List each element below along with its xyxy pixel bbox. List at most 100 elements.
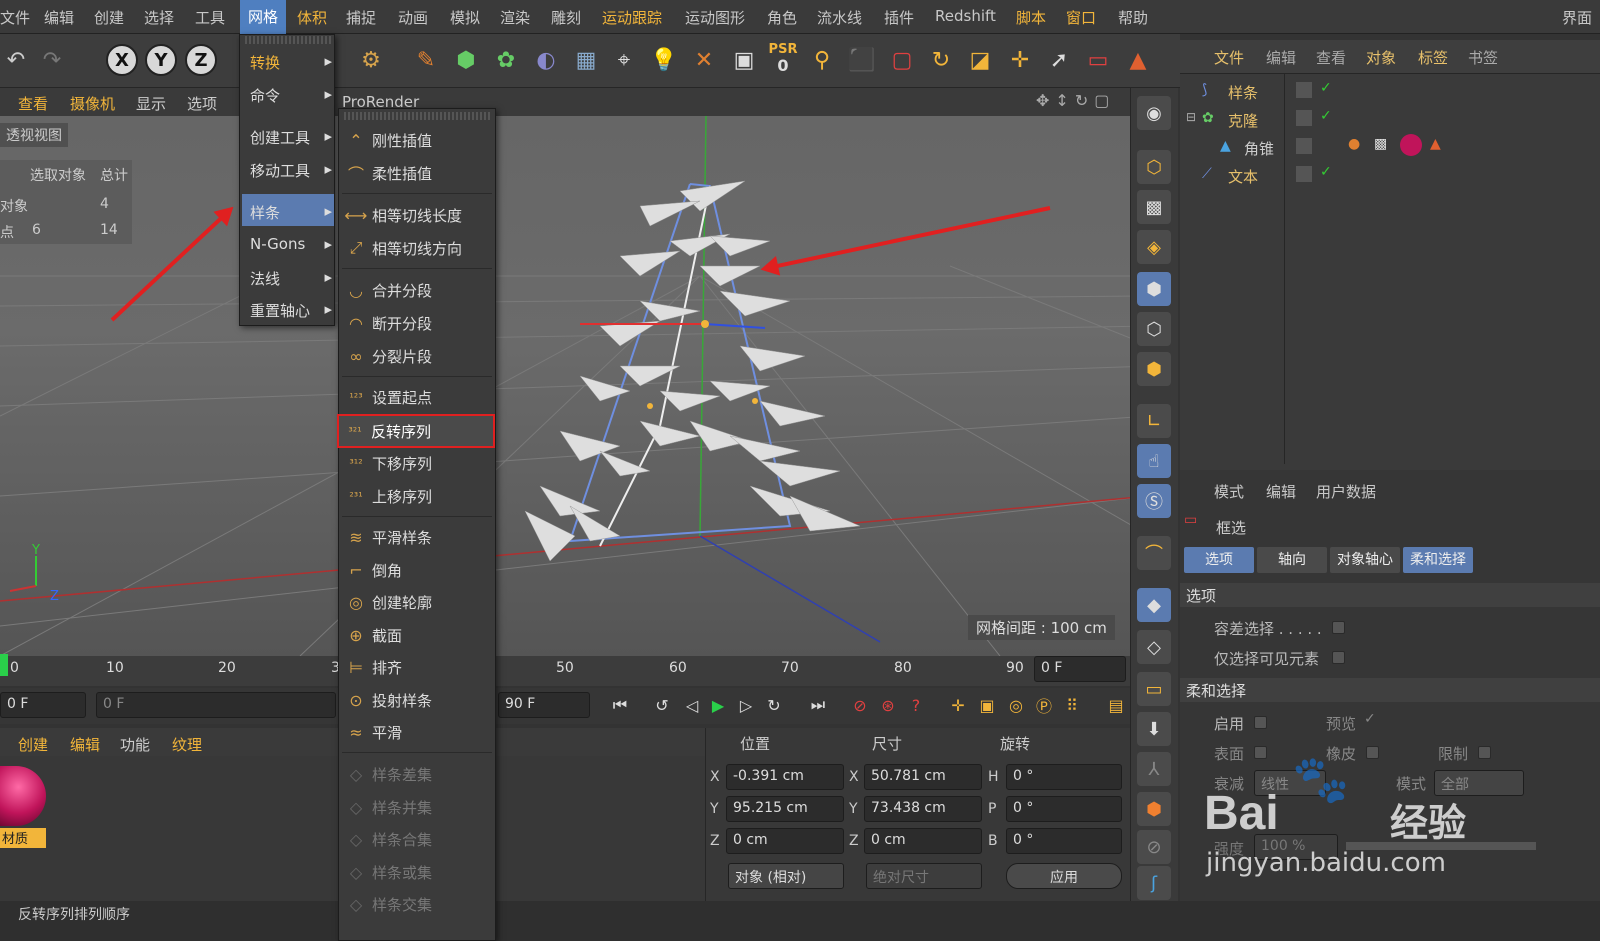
mesh-menu-item-reset-axis[interactable]: 重置轴心 ▸ — [250, 300, 334, 321]
object-row-text[interactable]: ⟋ 文本 ✓ — [1182, 162, 1600, 190]
apply-button[interactable]: 应用 — [1006, 863, 1122, 889]
object-row-pyramid[interactable]: ▲ 角锥 ● ▩ ▲ — [1182, 134, 1600, 162]
render-view-icon[interactable]: ◉ — [1137, 96, 1171, 130]
rect-select-icon[interactable]: ▭ — [1082, 44, 1114, 76]
select-icon[interactable]: ➚ — [1043, 44, 1075, 76]
key-param-icon[interactable]: Ⓟ — [1032, 693, 1056, 717]
render-settings-icon[interactable]: ⚙ — [355, 44, 387, 76]
spline-point[interactable] — [752, 398, 758, 404]
spline-menu-set-first-point[interactable]: ¹²³ 设置起点 — [340, 382, 494, 412]
prev-key-icon[interactable]: ↺ — [650, 693, 674, 717]
collapse-icon[interactable]: ⊟ — [1186, 110, 1196, 124]
timeline-layout-icon[interactable]: ▤ — [1104, 693, 1128, 717]
material-menu-function[interactable]: 功能 — [120, 734, 150, 755]
key-scale-icon[interactable]: ▣ — [975, 693, 999, 717]
menu-layout[interactable]: 界面 — [1562, 7, 1592, 28]
menu-snap[interactable]: 捕捉 — [346, 7, 376, 28]
mesh-menu-item-convert[interactable]: 转换 ▸ — [250, 52, 334, 73]
timeline-playhead[interactable] — [0, 654, 8, 676]
disabled-icon[interactable]: ⊘ — [1137, 830, 1171, 864]
menu-render[interactable]: 渲染 — [500, 7, 530, 28]
tag-icon[interactable]: ▣ — [728, 44, 760, 76]
spline-menu-join-segment[interactable]: ◡ 合并分段 — [340, 275, 494, 305]
spline-menu-explode-segments[interactable]: ∞ 分裂片段 — [340, 341, 494, 371]
spline-menu-spline-intersect[interactable]: ◇ 样条交集 — [340, 889, 494, 919]
pen-icon[interactable]: ✎ — [410, 44, 442, 76]
axis-x-lock-button[interactable]: X — [106, 44, 138, 76]
spline-menu-line-up[interactable]: ⊨ 排齐 — [340, 652, 494, 682]
snap-icon[interactable]: ▲ — [1122, 44, 1154, 76]
go-start-icon[interactable]: ⏮ — [608, 693, 632, 717]
object-name[interactable]: 角锥 — [1244, 138, 1274, 159]
falloff-dropdown[interactable]: 线性 — [1254, 770, 1326, 796]
menu-plugins[interactable]: 插件 — [884, 7, 914, 28]
enabled-check-icon[interactable]: ✓ — [1320, 108, 1332, 124]
object-menu-file[interactable]: 文件 — [1214, 47, 1244, 68]
phong-tag-icon[interactable]: ● — [1348, 136, 1360, 152]
deformer-icon[interactable]: ◐ — [530, 44, 562, 76]
object-menu-object[interactable]: 对象 — [1366, 47, 1396, 68]
spline-menu-equal-tangent-direction[interactable]: ⤢ 相等切线方向 — [340, 233, 494, 263]
play-icon[interactable]: ▶ — [706, 693, 730, 717]
move-icon[interactable]: ✛ — [1004, 44, 1036, 76]
spline-menu-smooth-spline[interactable]: ≋ 平滑样条 — [340, 522, 494, 552]
axis-move-icon[interactable]: ⚲ — [806, 44, 838, 76]
mesh-menu-item-ngons[interactable]: N-Gons ▸ — [250, 235, 334, 253]
attr-menu-userdata[interactable]: 用户数据 — [1316, 481, 1376, 502]
enable-checkbox[interactable] — [1254, 716, 1267, 729]
enabled-check-icon[interactable]: ✓ — [1320, 80, 1332, 96]
spline-menu-smooth[interactable]: ≈ 平滑 — [340, 717, 494, 747]
snap-lock-icon[interactable]: ◆ — [1137, 588, 1171, 622]
spline-menu-soft-interpolation[interactable]: ⌒ 柔性插值 — [340, 158, 494, 188]
spline-menu-spline-subtract[interactable]: ◇ 样条差集 — [340, 759, 494, 789]
coord-mode-dropdown[interactable]: 对象 (相对) — [728, 863, 844, 889]
menu-motion-tracker[interactable]: 运动跟踪 — [602, 7, 662, 28]
axis-y-lock-button[interactable]: Y — [145, 44, 177, 76]
menu-character[interactable]: 角色 — [767, 7, 797, 28]
spline-menu-project-spline[interactable]: ⊙ 投射样条 — [340, 685, 494, 715]
material-menu-edit[interactable]: 编辑 — [70, 734, 100, 755]
preview-check-icon[interactable]: ✓ — [1364, 711, 1376, 727]
restrict-checkbox[interactable] — [1478, 746, 1491, 759]
axis-z-lock-button[interactable]: Z — [185, 44, 217, 76]
subdivision-icon[interactable]: ⬢ — [450, 44, 482, 76]
spline-menu-reverse-sequence[interactable]: ³²¹ 反转序列 — [337, 414, 495, 448]
cube-icon[interactable]: ⬛ — [846, 44, 878, 76]
layer-swatch[interactable] — [1296, 110, 1312, 126]
spline-menu-move-up-sequence[interactable]: ²³¹ 上移序列 — [340, 481, 494, 511]
frame-range-slider[interactable]: 0 F — [96, 692, 336, 718]
viewport-menu-options[interactable]: 选项 — [187, 93, 217, 114]
position-z-field[interactable]: 0 cm — [726, 828, 844, 854]
object-menu-view[interactable]: 查看 — [1316, 47, 1346, 68]
spline-menu-spline-union[interactable]: ◇ 样条并集 — [340, 792, 494, 822]
polygon-mode-icon[interactable]: ⬢ — [1137, 352, 1171, 386]
spline-point[interactable] — [647, 403, 653, 409]
strength-field[interactable]: 100 % — [1254, 834, 1338, 860]
tab-soft-selection[interactable]: 柔和选择 — [1403, 547, 1473, 573]
object-name[interactable]: 文本 — [1228, 166, 1258, 187]
workplane-icon[interactable]: ◈ — [1137, 230, 1171, 264]
solo-icon[interactable]: Ⓢ — [1137, 484, 1171, 518]
viewport-nav-icons[interactable]: ✥↕↻▢ — [1036, 91, 1115, 110]
rotation-p-field[interactable]: 0 ° — [1006, 796, 1122, 822]
object-menu-tag[interactable]: 标签 — [1418, 47, 1448, 68]
position-x-field[interactable]: -0.391 cm — [726, 764, 844, 790]
size-z-field[interactable]: 0 cm — [864, 828, 982, 854]
object-name[interactable]: 样条 — [1228, 82, 1258, 103]
rotation-h-field[interactable]: 0 ° — [1006, 764, 1122, 790]
spline-menu-spline-and[interactable]: ◇ 样条合集 — [340, 824, 494, 854]
psr-button[interactable]: PSR 0 — [766, 42, 800, 78]
box-icon[interactable]: ⬢ — [1137, 792, 1171, 826]
menu-mesh[interactable]: 网格 — [240, 0, 287, 34]
menu-mograph[interactable]: 运动图形 — [685, 7, 745, 28]
light-icon[interactable]: 💡 — [648, 44, 680, 76]
tolerance-select-checkbox[interactable] — [1332, 621, 1345, 634]
material-tag-icon[interactable] — [1400, 134, 1422, 156]
live-select-icon[interactable]: ▢ — [886, 44, 918, 76]
tweak-icon[interactable]: ☝ — [1137, 444, 1171, 478]
key-move-icon[interactable]: ✛ — [946, 693, 970, 717]
key-pla-icon[interactable]: ⠿ — [1060, 693, 1084, 717]
mode-dropdown[interactable]: 全部 — [1434, 770, 1524, 796]
download-icon[interactable]: ⬇ — [1137, 712, 1171, 746]
spline-menu-create-outline[interactable]: ◎ 创建轮廓 — [340, 587, 494, 617]
